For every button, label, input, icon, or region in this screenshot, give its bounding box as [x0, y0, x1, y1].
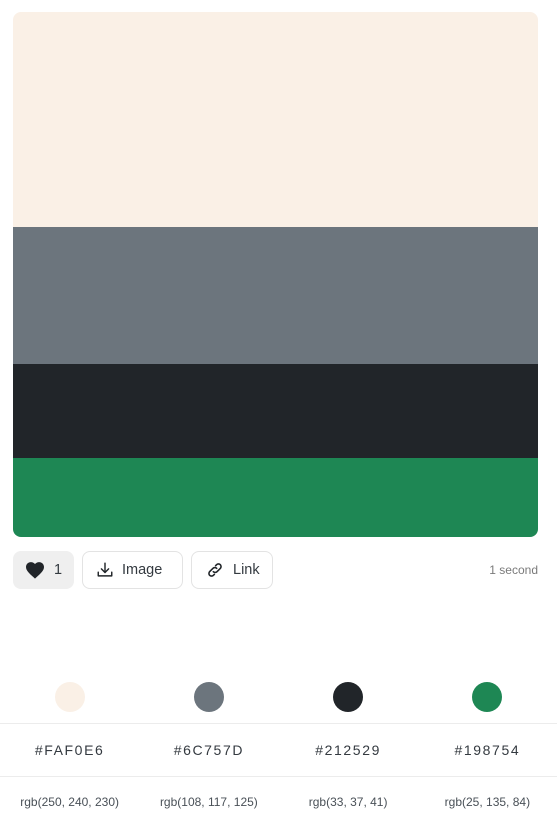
palette-swatch-2[interactable] — [13, 227, 538, 364]
color-details: #FAF0E6 #6C757D #212529 #198754 rgb(250,… — [0, 670, 557, 827]
hex-codes-row: #FAF0E6 #6C757D #212529 #198754 — [0, 723, 557, 777]
color-dot-2[interactable] — [193, 681, 224, 712]
palette-actions: 1 Image Link 1 second — [13, 551, 538, 589]
rgb-code-4[interactable]: rgb(25, 135, 84) — [445, 795, 530, 809]
hex-code-4[interactable]: #198754 — [455, 742, 521, 758]
link-icon — [205, 560, 225, 580]
palette-preview — [13, 12, 538, 537]
heart-icon — [25, 561, 45, 579]
rgb-code-3[interactable]: rgb(33, 37, 41) — [309, 795, 388, 809]
hex-code-1[interactable]: #FAF0E6 — [35, 742, 105, 758]
download-image-button[interactable]: Image — [82, 551, 183, 589]
created-time: 1 second — [489, 563, 538, 577]
hex-code-2[interactable]: #6C757D — [174, 742, 244, 758]
color-dot-4[interactable] — [472, 681, 503, 712]
download-icon — [96, 561, 114, 579]
like-count: 1 — [54, 562, 63, 578]
rgb-codes-row: rgb(250, 240, 230) rgb(108, 117, 125) rg… — [0, 777, 557, 827]
color-dot-1[interactable] — [54, 681, 85, 712]
color-dot-3[interactable] — [333, 681, 364, 712]
rgb-code-1[interactable]: rgb(250, 240, 230) — [20, 795, 119, 809]
color-dots-row — [0, 670, 557, 723]
copy-link-button[interactable]: Link — [191, 551, 273, 589]
hex-code-3[interactable]: #212529 — [315, 742, 381, 758]
palette-swatch-3[interactable] — [13, 363, 538, 459]
palette-swatch-4[interactable] — [13, 458, 538, 537]
like-button[interactable]: 1 — [13, 551, 74, 589]
download-image-label: Image — [122, 562, 163, 578]
palette-swatch-1[interactable] — [13, 12, 538, 228]
rgb-code-2[interactable]: rgb(108, 117, 125) — [160, 795, 258, 809]
copy-link-label: Link — [233, 562, 260, 578]
